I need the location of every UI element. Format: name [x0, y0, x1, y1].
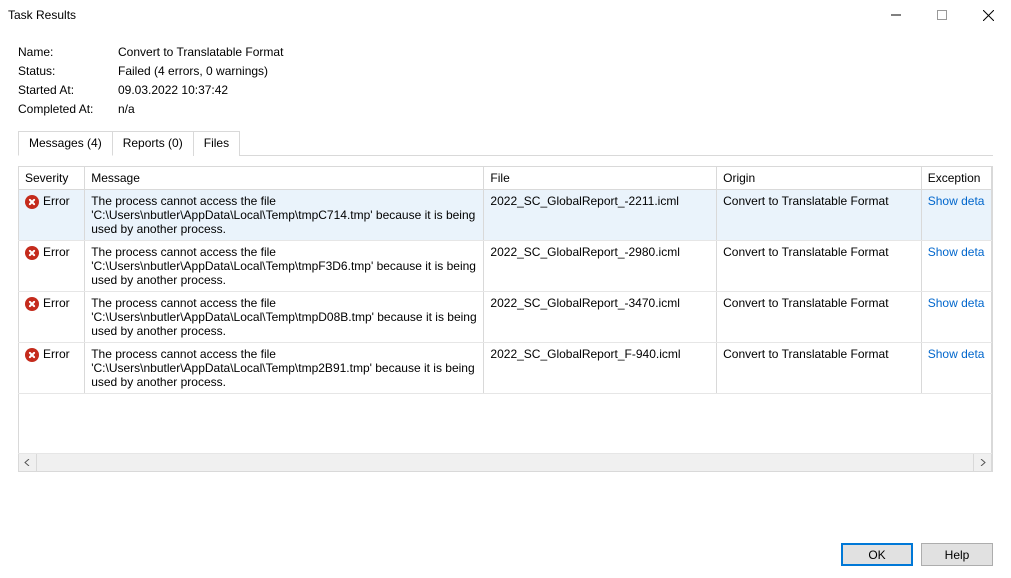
completed-value: n/a — [118, 102, 135, 116]
severity-text: Error — [43, 245, 70, 259]
minimize-button[interactable] — [873, 0, 919, 30]
name-label: Name: — [18, 45, 118, 59]
file-cell: 2022_SC_GlobalReport_-2211.icml — [484, 190, 717, 241]
origin-cell: Convert to Translatable Format — [717, 343, 922, 394]
table-row[interactable]: Error The process cannot access the file … — [19, 241, 992, 292]
origin-cell: Convert to Translatable Format — [717, 241, 922, 292]
tabstrip: Messages (4) Reports (0) Files — [18, 130, 993, 156]
started-value: 09.03.2022 10:37:42 — [118, 83, 228, 97]
tab-reports[interactable]: Reports (0) — [112, 131, 194, 156]
table-row[interactable]: Error The process cannot access the file … — [19, 343, 992, 394]
severity-text: Error — [43, 347, 70, 361]
message-cell: The process cannot access the file 'C:\U… — [85, 190, 484, 241]
maximize-button[interactable] — [919, 0, 965, 30]
titlebar: Task Results — [0, 0, 1011, 30]
error-icon — [25, 246, 39, 260]
error-icon — [25, 348, 39, 362]
scroll-right-icon[interactable] — [973, 454, 991, 471]
status-value: Failed (4 errors, 0 warnings) — [118, 64, 268, 78]
horizontal-scrollbar[interactable] — [18, 454, 992, 472]
table-row[interactable]: Error The process cannot access the file … — [19, 190, 992, 241]
started-label: Started At: — [18, 83, 118, 97]
origin-cell: Convert to Translatable Format — [717, 292, 922, 343]
table-row[interactable]: Error The process cannot access the file … — [19, 292, 992, 343]
scroll-track[interactable] — [37, 454, 973, 471]
col-severity[interactable]: Severity — [19, 167, 85, 190]
messages-table: Severity Message File Origin Exception E… — [18, 166, 992, 454]
close-button[interactable] — [965, 0, 1011, 30]
message-cell: The process cannot access the file 'C:\U… — [85, 343, 484, 394]
message-cell: The process cannot access the file 'C:\U… — [85, 292, 484, 343]
error-icon — [25, 195, 39, 209]
window-title: Task Results — [8, 8, 873, 22]
message-cell: The process cannot access the file 'C:\U… — [85, 241, 484, 292]
file-cell: 2022_SC_GlobalReport_-2980.icml — [484, 241, 717, 292]
severity-text: Error — [43, 296, 70, 310]
severity-text: Error — [43, 194, 70, 208]
origin-cell: Convert to Translatable Format — [717, 190, 922, 241]
help-button[interactable]: Help — [921, 543, 993, 566]
col-origin[interactable]: Origin — [717, 167, 922, 190]
show-details-link[interactable]: Show deta — [928, 296, 985, 310]
tab-files[interactable]: Files — [193, 131, 240, 156]
col-exception[interactable]: Exception — [921, 167, 991, 190]
file-cell: 2022_SC_GlobalReport_F-940.icml — [484, 343, 717, 394]
grid-empty-area — [19, 394, 992, 454]
ok-button[interactable]: OK — [841, 543, 913, 566]
file-cell: 2022_SC_GlobalReport_-3470.icml — [484, 292, 717, 343]
completed-label: Completed At: — [18, 102, 118, 116]
show-details-link[interactable]: Show deta — [928, 245, 985, 259]
col-message[interactable]: Message — [85, 167, 484, 190]
show-details-link[interactable]: Show deta — [928, 347, 985, 361]
name-value: Convert to Translatable Format — [118, 45, 283, 59]
show-details-link[interactable]: Show deta — [928, 194, 985, 208]
tab-messages[interactable]: Messages (4) — [18, 131, 113, 156]
status-label: Status: — [18, 64, 118, 78]
scroll-left-icon[interactable] — [19, 454, 37, 471]
col-file[interactable]: File — [484, 167, 717, 190]
error-icon — [25, 297, 39, 311]
